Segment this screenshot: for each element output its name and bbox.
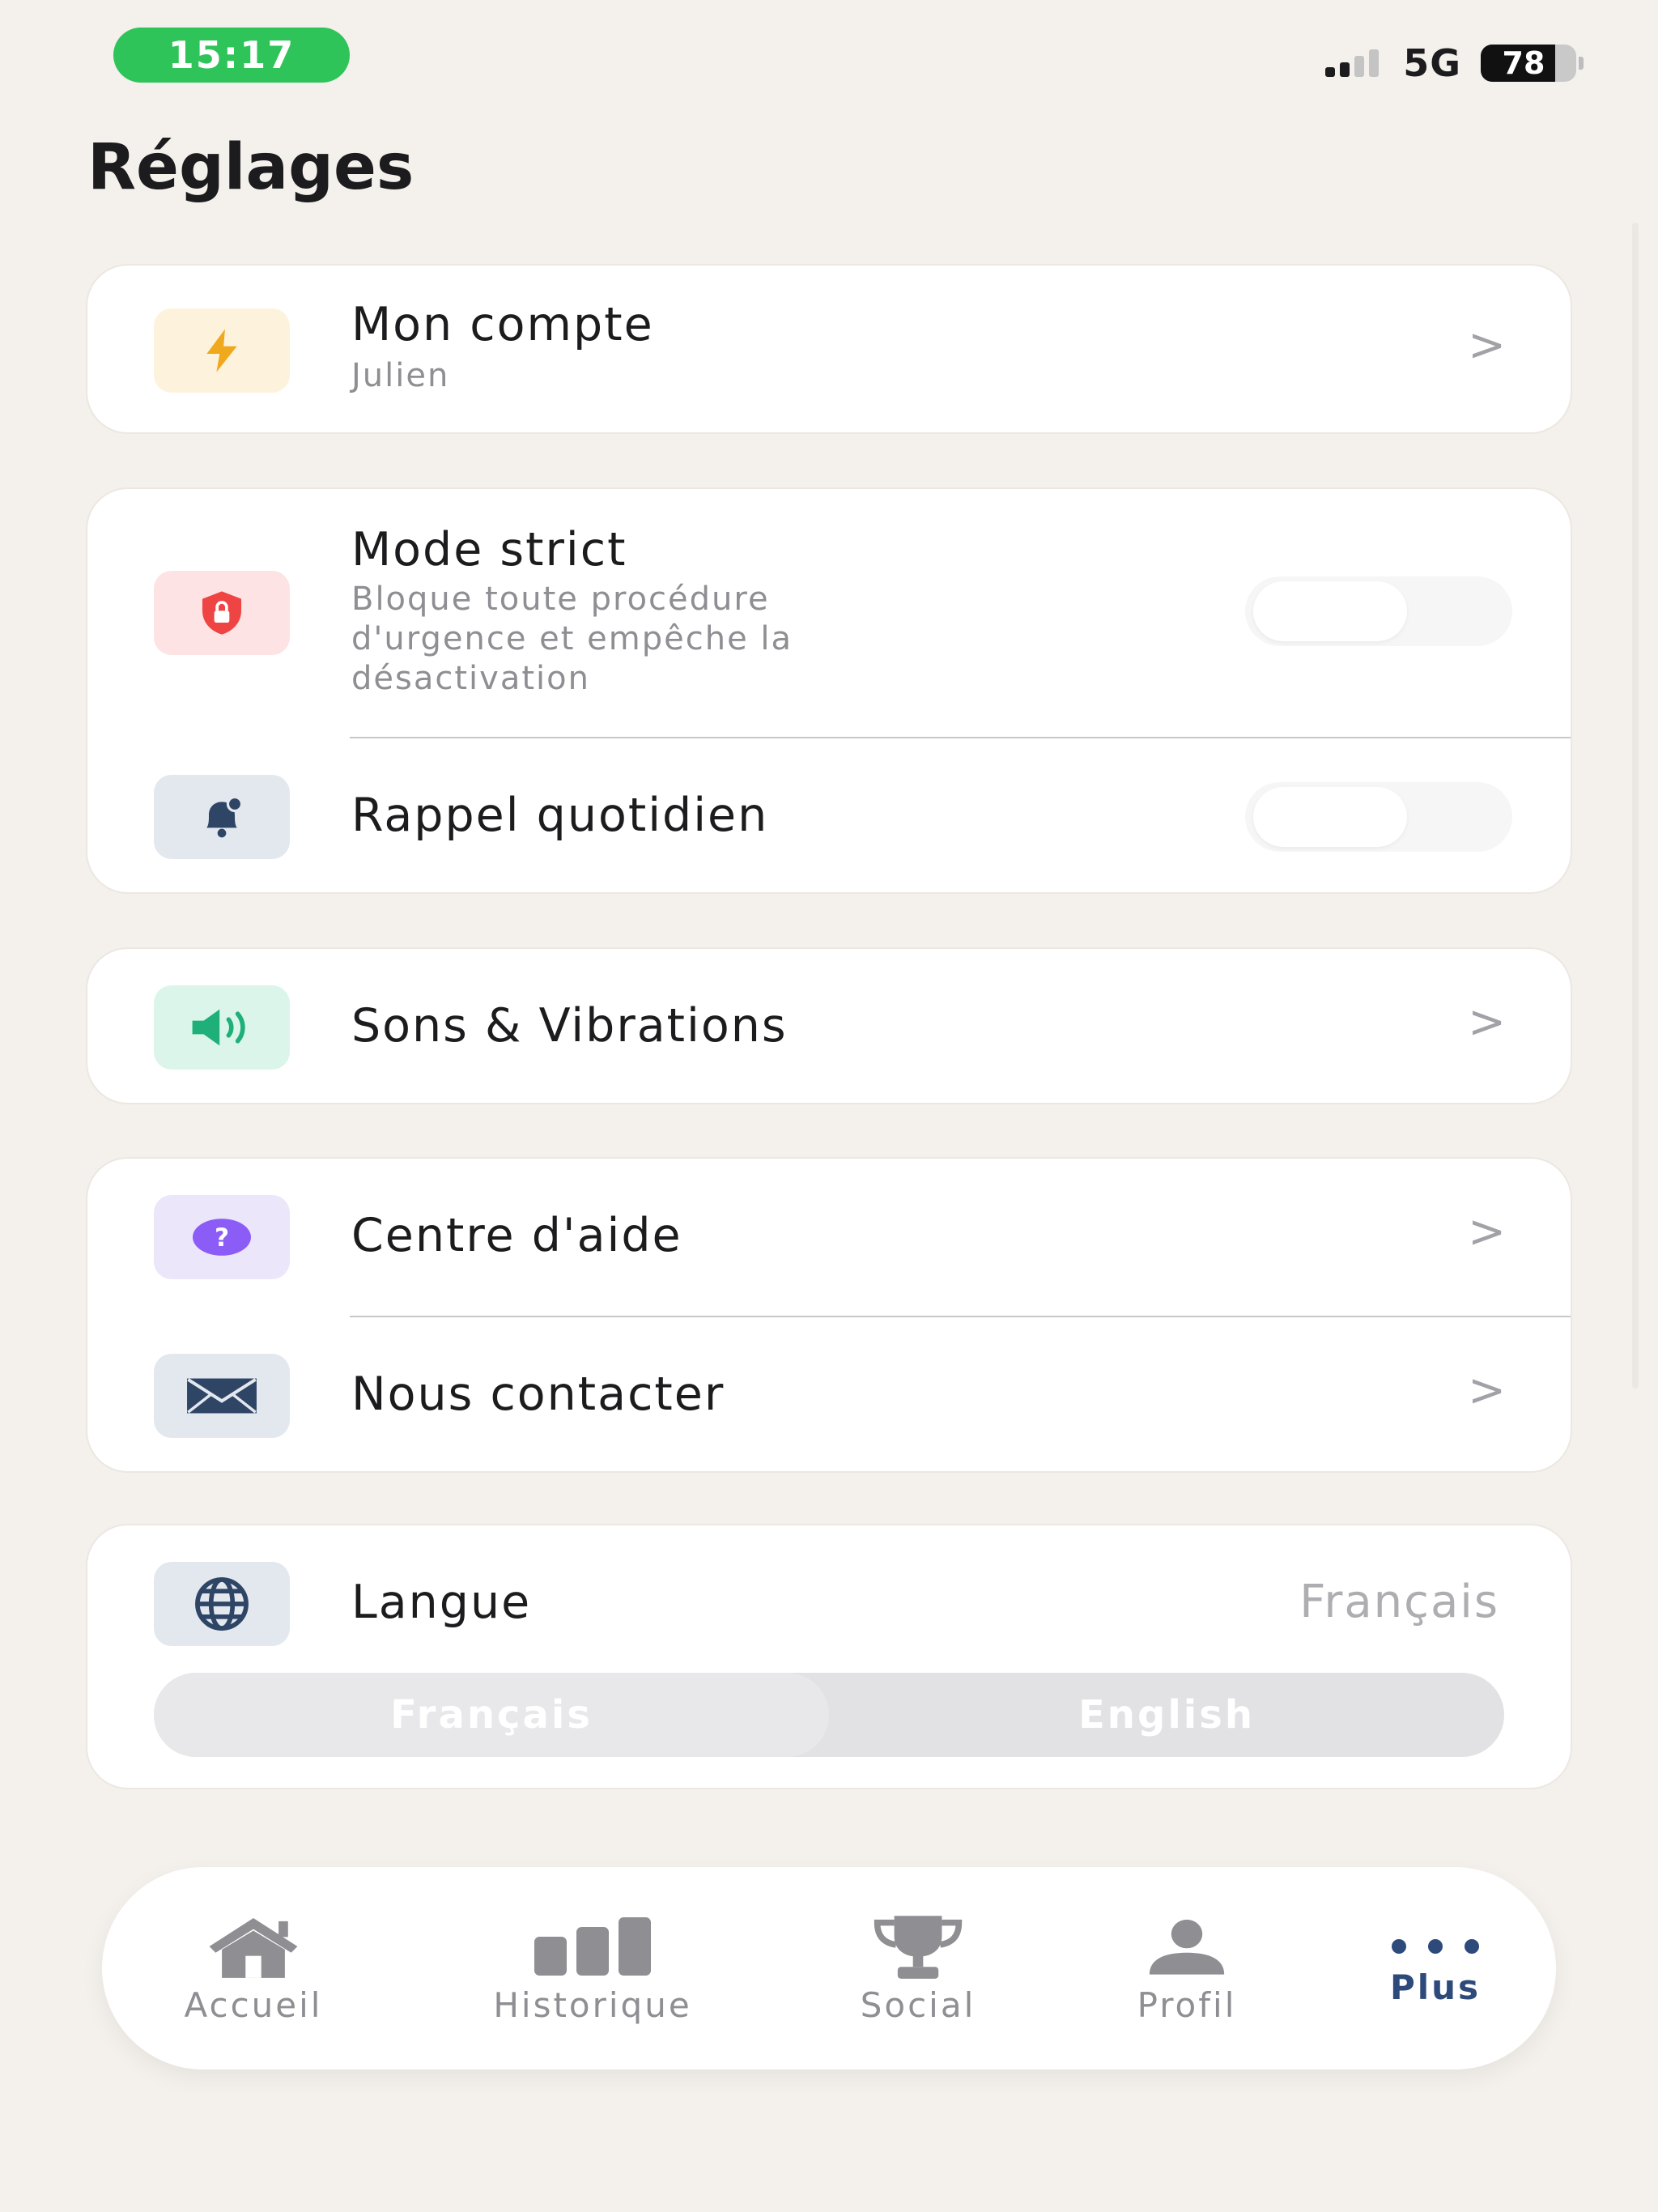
more-dots-icon (1391, 1930, 1480, 1963)
account-subtitle: Julien (351, 357, 450, 394)
language-option-francais[interactable]: Français (154, 1673, 829, 1757)
bottom-tab-bar: Accueil Historique Social Profil Plus (102, 1867, 1556, 2069)
account-card[interactable]: Mon compte Julien > (86, 264, 1572, 434)
account-row[interactable]: Mon compte Julien > (87, 266, 1571, 436)
network-label: 5G (1403, 41, 1461, 85)
tab-plus[interactable]: Plus (1314, 1867, 1557, 2069)
battery-level: 78 (1502, 45, 1545, 81)
trophy-icon (870, 1912, 966, 1980)
help-center-row[interactable]: ? Centre d'aide > (87, 1159, 1571, 1316)
account-title: Mon compte (351, 298, 654, 351)
battery-icon: 78 (1481, 45, 1584, 82)
shield-lock-icon (154, 571, 290, 655)
strict-mode-title: Mode strict (351, 523, 627, 576)
bar-chart-icon (534, 1912, 652, 1980)
toggles-card: Mode strict Bloque toute procédure d'urg… (86, 487, 1572, 894)
daily-reminder-title: Rappel quotidien (351, 789, 769, 842)
sounds-row[interactable]: Sons & Vibrations > (87, 949, 1571, 1106)
tab-label: Plus (1389, 1967, 1482, 2007)
tab-profil[interactable]: Profil (1065, 1867, 1308, 2069)
daily-reminder-row: Rappel quotidien (87, 738, 1571, 895)
scroll-indicator[interactable] (1632, 223, 1639, 1389)
language-card: Langue Français Français English (86, 1524, 1572, 1789)
chevron-right-icon: > (1468, 319, 1506, 372)
support-card: ? Centre d'aide > Nous contacter > (86, 1157, 1572, 1473)
contact-row[interactable]: Nous contacter > (87, 1317, 1571, 1474)
strict-mode-row: Mode strict Bloque toute procédure d'urg… (87, 489, 1571, 737)
tab-label: Historique (493, 1984, 692, 2025)
toggle-knob (1253, 581, 1407, 641)
tab-label: Accueil (184, 1984, 323, 2025)
tab-social[interactable]: Social (797, 1867, 1039, 2069)
question-icon: ? (154, 1195, 290, 1279)
chevron-right-icon: > (1468, 1364, 1506, 1417)
tab-label: Social (860, 1984, 976, 2025)
chevron-right-icon: > (1468, 996, 1506, 1049)
language-row: Langue Français (87, 1525, 1571, 1679)
toggle-knob (1253, 787, 1407, 847)
bell-icon (154, 775, 290, 859)
speaker-icon (154, 985, 290, 1070)
signal-icon (1325, 49, 1380, 77)
person-icon (1146, 1912, 1227, 1980)
language-segmented-control: Français English (154, 1673, 1504, 1757)
contact-title: Nous contacter (351, 1368, 725, 1421)
bolt-icon (154, 308, 290, 393)
help-center-title: Centre d'aide (351, 1209, 682, 1262)
globe-icon (154, 1562, 290, 1646)
daily-reminder-toggle[interactable] (1245, 782, 1512, 852)
svg-text:?: ? (215, 1223, 229, 1253)
page-title: Réglages (87, 131, 414, 204)
status-time: 15:17 (168, 33, 295, 77)
tab-historique[interactable]: Historique (471, 1867, 714, 2069)
home-icon (197, 1912, 310, 1980)
sounds-title: Sons & Vibrations (351, 999, 788, 1053)
chevron-right-icon: > (1468, 1206, 1506, 1258)
sounds-card[interactable]: Sons & Vibrations > (86, 947, 1572, 1104)
status-indicators: 5G 78 (1325, 41, 1584, 85)
envelope-icon (154, 1354, 290, 1438)
tab-label: Profil (1137, 1984, 1237, 2025)
status-time-pill: 15:17 (113, 28, 350, 83)
language-option-english[interactable]: English (829, 1673, 1504, 1757)
language-title: Langue (351, 1576, 532, 1629)
language-current-value: Français (1299, 1576, 1499, 1628)
tab-accueil[interactable]: Accueil (132, 1867, 375, 2069)
strict-mode-toggle[interactable] (1245, 576, 1512, 646)
strict-mode-description: Bloque toute procédure d'urgence et empê… (351, 581, 793, 697)
